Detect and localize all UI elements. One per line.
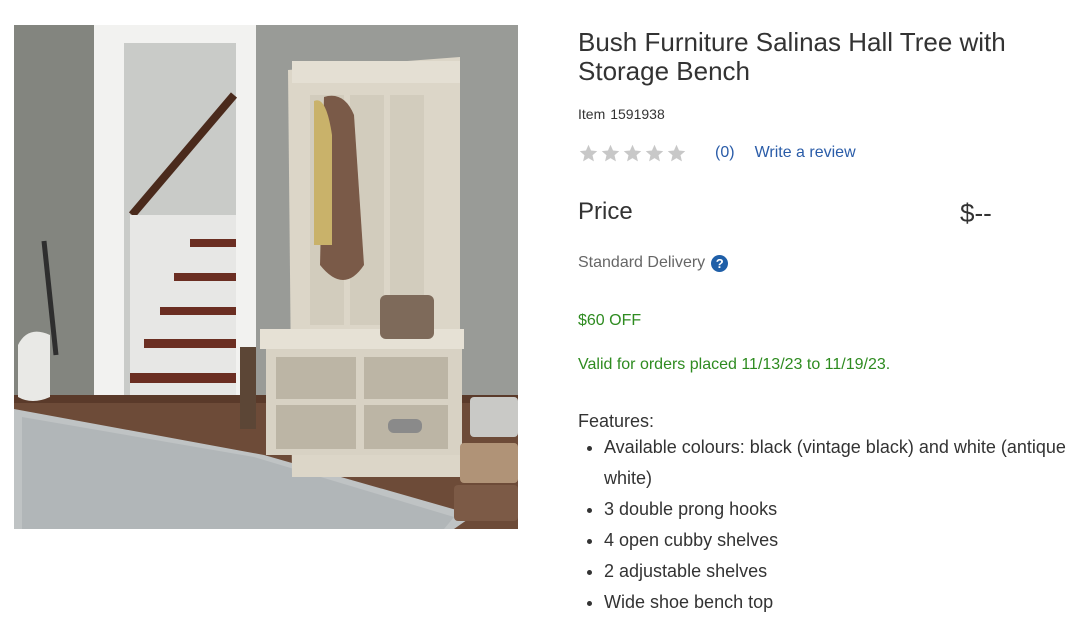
star-icon [579,144,598,161]
delivery-line: Standard Delivery ? [578,254,729,272]
feature-item: 4 open cubby shelves [604,525,1074,556]
hall-tree-photo [14,25,518,529]
delivery-label: Standard Delivery [578,254,706,271]
star-icon [601,144,620,161]
write-review-link[interactable]: Write a review [755,144,856,162]
star-icon [667,144,686,161]
feature-item: Wide shoe bench top [604,587,1074,618]
help-icon[interactable]: ? [711,254,729,272]
features-heading: Features: [578,411,655,431]
rating-row: (0) Write a review [578,141,856,165]
promo-discount: $60 OFF [578,312,642,329]
star-rating [578,143,687,164]
price-value: $-- [960,198,992,228]
review-count[interactable]: (0) [715,144,735,162]
feature-item: 2 adjustable shelves [604,556,1074,587]
feature-item: 3 double prong hooks [604,494,1074,525]
item-number-line: Item 1591938 [578,106,665,122]
product-title: Bush Furniture Salinas Hall Tree with St… [578,27,1006,86]
features-list: Available colours: black (vintage black)… [578,432,1074,618]
star-icon [623,144,642,161]
item-label: Item [578,106,606,122]
star-icon [645,144,664,161]
item-number: 1591938 [610,106,665,122]
promo-validity: Valid for orders placed 11/13/23 to 11/1… [578,356,891,373]
price-label: Price [578,198,633,225]
product-image[interactable] [14,25,518,529]
feature-item: Available colours: black (vintage black)… [604,432,1074,494]
